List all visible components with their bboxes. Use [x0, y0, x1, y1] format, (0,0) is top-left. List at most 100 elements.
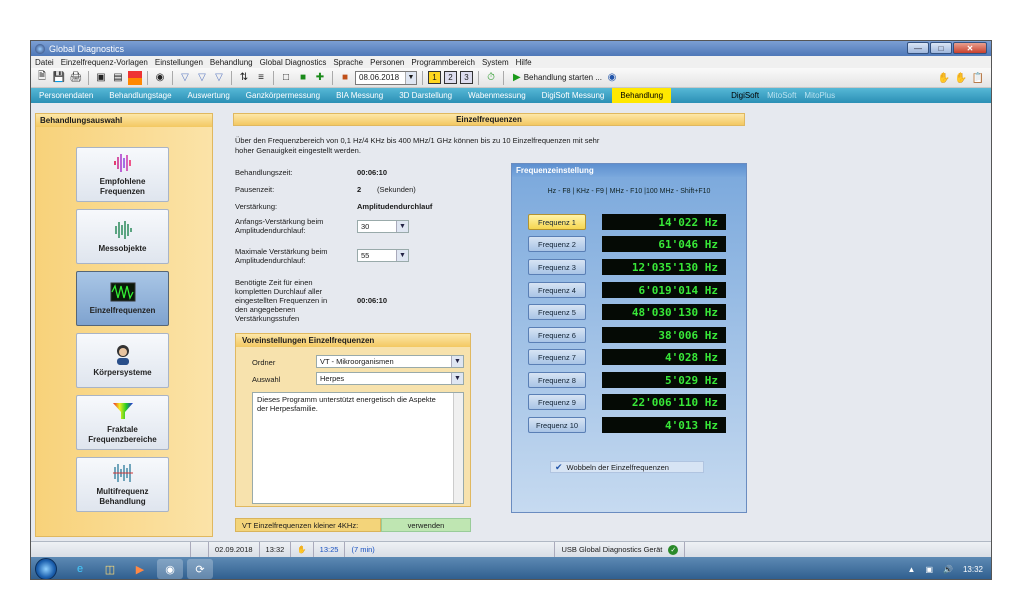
page-2-button[interactable]: 2 [444, 71, 457, 84]
wobbel-checkbox-row[interactable]: ✔ Wobbeln der Einzelfrequenzen [550, 461, 704, 473]
anfang-verstaerkung-select[interactable]: 30 ▼ [357, 220, 409, 233]
screen-icon[interactable]: ▤ [111, 71, 125, 85]
use-button[interactable]: verwenden [381, 518, 471, 532]
start-orb-icon[interactable] [35, 558, 57, 579]
taskbar-clock[interactable]: 13:32 [963, 565, 983, 574]
tab-mitosoft[interactable]: MitoSoft [763, 88, 800, 103]
chevron-down-icon[interactable]: ▼ [396, 250, 408, 261]
date-picker[interactable]: 08.06.2018 ▼ [355, 70, 417, 85]
nav-messobjekte[interactable]: Messobjekte [76, 209, 169, 264]
frequency-settings-panel: Frequenzeinstellung Hz - F8 | KHz - F9 |… [511, 163, 747, 513]
tab-bia-messung[interactable]: BIA Messung [328, 88, 391, 103]
menu-datei[interactable]: Datei [35, 58, 54, 67]
timer-icon[interactable]: ⏱ [484, 71, 498, 85]
volume-icon[interactable]: 🔊 [943, 565, 953, 574]
page-1-button[interactable]: 1 [428, 71, 441, 84]
hand-green-icon[interactable]: ✋ [937, 71, 951, 85]
media-player-icon[interactable]: ▶ [127, 559, 153, 579]
nav-einzelfrequenzen[interactable]: Einzelfrequenzen [76, 271, 169, 326]
chevron-down-icon[interactable]: ▼ [396, 221, 408, 232]
menu-system[interactable]: System [482, 58, 509, 67]
frequency-3-button[interactable]: Frequenz 3 [528, 259, 586, 275]
menu-sprache[interactable]: Sprache [333, 58, 363, 67]
chevron-down-icon[interactable]: ▼ [451, 356, 463, 367]
color-bar-icon[interactable] [128, 70, 142, 85]
floppy-icon[interactable]: ▣ [94, 71, 108, 85]
tab-behandlung[interactable]: Behandlung [612, 88, 672, 103]
tab-3d-darstellung[interactable]: 3D Darstellung [391, 88, 460, 103]
app-task-icon[interactable]: ⟳ [187, 559, 213, 579]
frequency-6-button[interactable]: Frequenz 6 [528, 327, 586, 343]
frequency-5-button[interactable]: Frequenz 5 [528, 304, 586, 320]
new-file-icon[interactable]: 🗎 [35, 71, 49, 85]
frequency-3-display: 12'035'130 Hz [602, 259, 726, 275]
filter-icon[interactable]: ▽ [212, 71, 226, 85]
date-value: 08.06.2018 [359, 73, 400, 82]
binoculars-icon[interactable]: ◉ [153, 71, 167, 85]
ordner-select[interactable]: VT - Mikroorganismen ▼ [316, 355, 464, 368]
chevron-down-icon[interactable]: ▼ [405, 71, 416, 84]
stop-icon[interactable]: ■ [338, 71, 352, 85]
add-icon[interactable]: ✚ [313, 71, 327, 85]
filter-icon[interactable]: ▽ [195, 71, 209, 85]
menu-programmbereich[interactable]: Programmbereich [411, 58, 475, 67]
close-button[interactable]: ✕ [953, 42, 987, 54]
frequency-2-button[interactable]: Frequenz 2 [528, 236, 586, 252]
nav-empfohlene-frequenzen[interactable]: Empfohlene Frequenzen [76, 147, 169, 202]
maximize-button[interactable]: □ [930, 42, 952, 54]
tab-digisoft-messung[interactable]: DigiSoft Messung [534, 88, 613, 103]
menu-einstellungen[interactable]: Einstellungen [155, 58, 203, 67]
menu-hilfe[interactable]: Hilfe [516, 58, 532, 67]
max-label-1: Maximale Verstärkung beim [235, 247, 328, 256]
tab-behandlungstage[interactable]: Behandlungstage [101, 88, 179, 103]
frequency-10-button[interactable]: Frequenz 10 [528, 417, 586, 433]
nav-label: Körpersysteme [93, 367, 152, 377]
hand-red-icon[interactable]: ✋ [954, 71, 968, 85]
tab-personendaten[interactable]: Personendaten [31, 88, 101, 103]
toolbar-separator [147, 70, 148, 85]
filter-icon[interactable]: ▽ [178, 71, 192, 85]
folder-icon[interactable]: ◫ [97, 559, 123, 579]
frequency-8-button[interactable]: Frequenz 8 [528, 372, 586, 388]
nav-multifrequenz-behandlung[interactable]: Multifrequenz Behandlung [76, 457, 169, 512]
green-square-icon[interactable]: ■ [296, 71, 310, 85]
minimize-button[interactable]: — [907, 42, 929, 54]
internet-explorer-icon[interactable]: e [67, 559, 93, 579]
sort-icon[interactable]: ⇅ [237, 71, 251, 85]
description-textarea[interactable]: Dieses Programm unterstützt energetisch … [252, 392, 464, 504]
checkmark-icon[interactable]: ✔ [555, 462, 563, 473]
behandlungszeit-label: Behandlungszeit: [235, 168, 293, 177]
page-3-button[interactable]: 3 [460, 71, 473, 84]
frequency-7-button[interactable]: Frequenz 7 [528, 349, 586, 365]
list-icon[interactable]: ≡ [254, 71, 268, 85]
frequency-settings-title: Frequenzeinstellung [512, 164, 746, 177]
tray-arrow-icon[interactable]: ▲ [908, 565, 916, 574]
frequency-1-button[interactable]: Frequenz 1 [528, 214, 586, 230]
network-icon[interactable]: ▣ [925, 565, 933, 574]
save-icon[interactable]: 💾 [52, 71, 66, 85]
page-icon[interactable]: □ [279, 71, 293, 85]
nav-koerpersysteme[interactable]: Körpersysteme [76, 333, 169, 388]
menu-personen[interactable]: Personen [370, 58, 404, 67]
tab-ganzkoerpermessung[interactable]: Ganzkörpermessung [238, 88, 328, 103]
global-diagnostics-task-icon[interactable]: ◉ [157, 559, 183, 579]
frequency-9-button[interactable]: Frequenz 9 [528, 394, 586, 410]
start-treatment-button[interactable]: ▶ Behandlung starten ... [513, 72, 602, 83]
nav-fraktale-frequenzbereiche[interactable]: Fraktale Frequenzbereiche [76, 395, 169, 450]
frequency-4-button[interactable]: Frequenz 4 [528, 282, 586, 298]
tab-wabenmessung[interactable]: Wabenmessung [460, 88, 534, 103]
chevron-down-icon[interactable]: ▼ [451, 373, 463, 384]
tab-auswertung[interactable]: Auswertung [180, 88, 238, 103]
menu-global-diagnostics[interactable]: Global Diagnostics [260, 58, 327, 67]
print-icon[interactable]: 🖨 [69, 71, 83, 85]
help-globe-icon[interactable]: ◉ [605, 71, 619, 85]
tab-mitoplus[interactable]: MitoPlus [800, 88, 839, 103]
max-verstaerkung-select[interactable]: 55 ▼ [357, 249, 409, 262]
scrollbar[interactable] [453, 393, 463, 503]
hand-status-icon: ✋ [291, 541, 314, 558]
auswahl-select[interactable]: Herpes ▼ [316, 372, 464, 385]
report-icon[interactable]: 📋 [971, 71, 985, 85]
menu-einzelfrequenz-vorlagen[interactable]: Einzelfrequenz-Vorlagen [61, 58, 148, 67]
tab-digisoft[interactable]: DigiSoft [671, 88, 763, 103]
menu-behandlung[interactable]: Behandlung [210, 58, 253, 67]
